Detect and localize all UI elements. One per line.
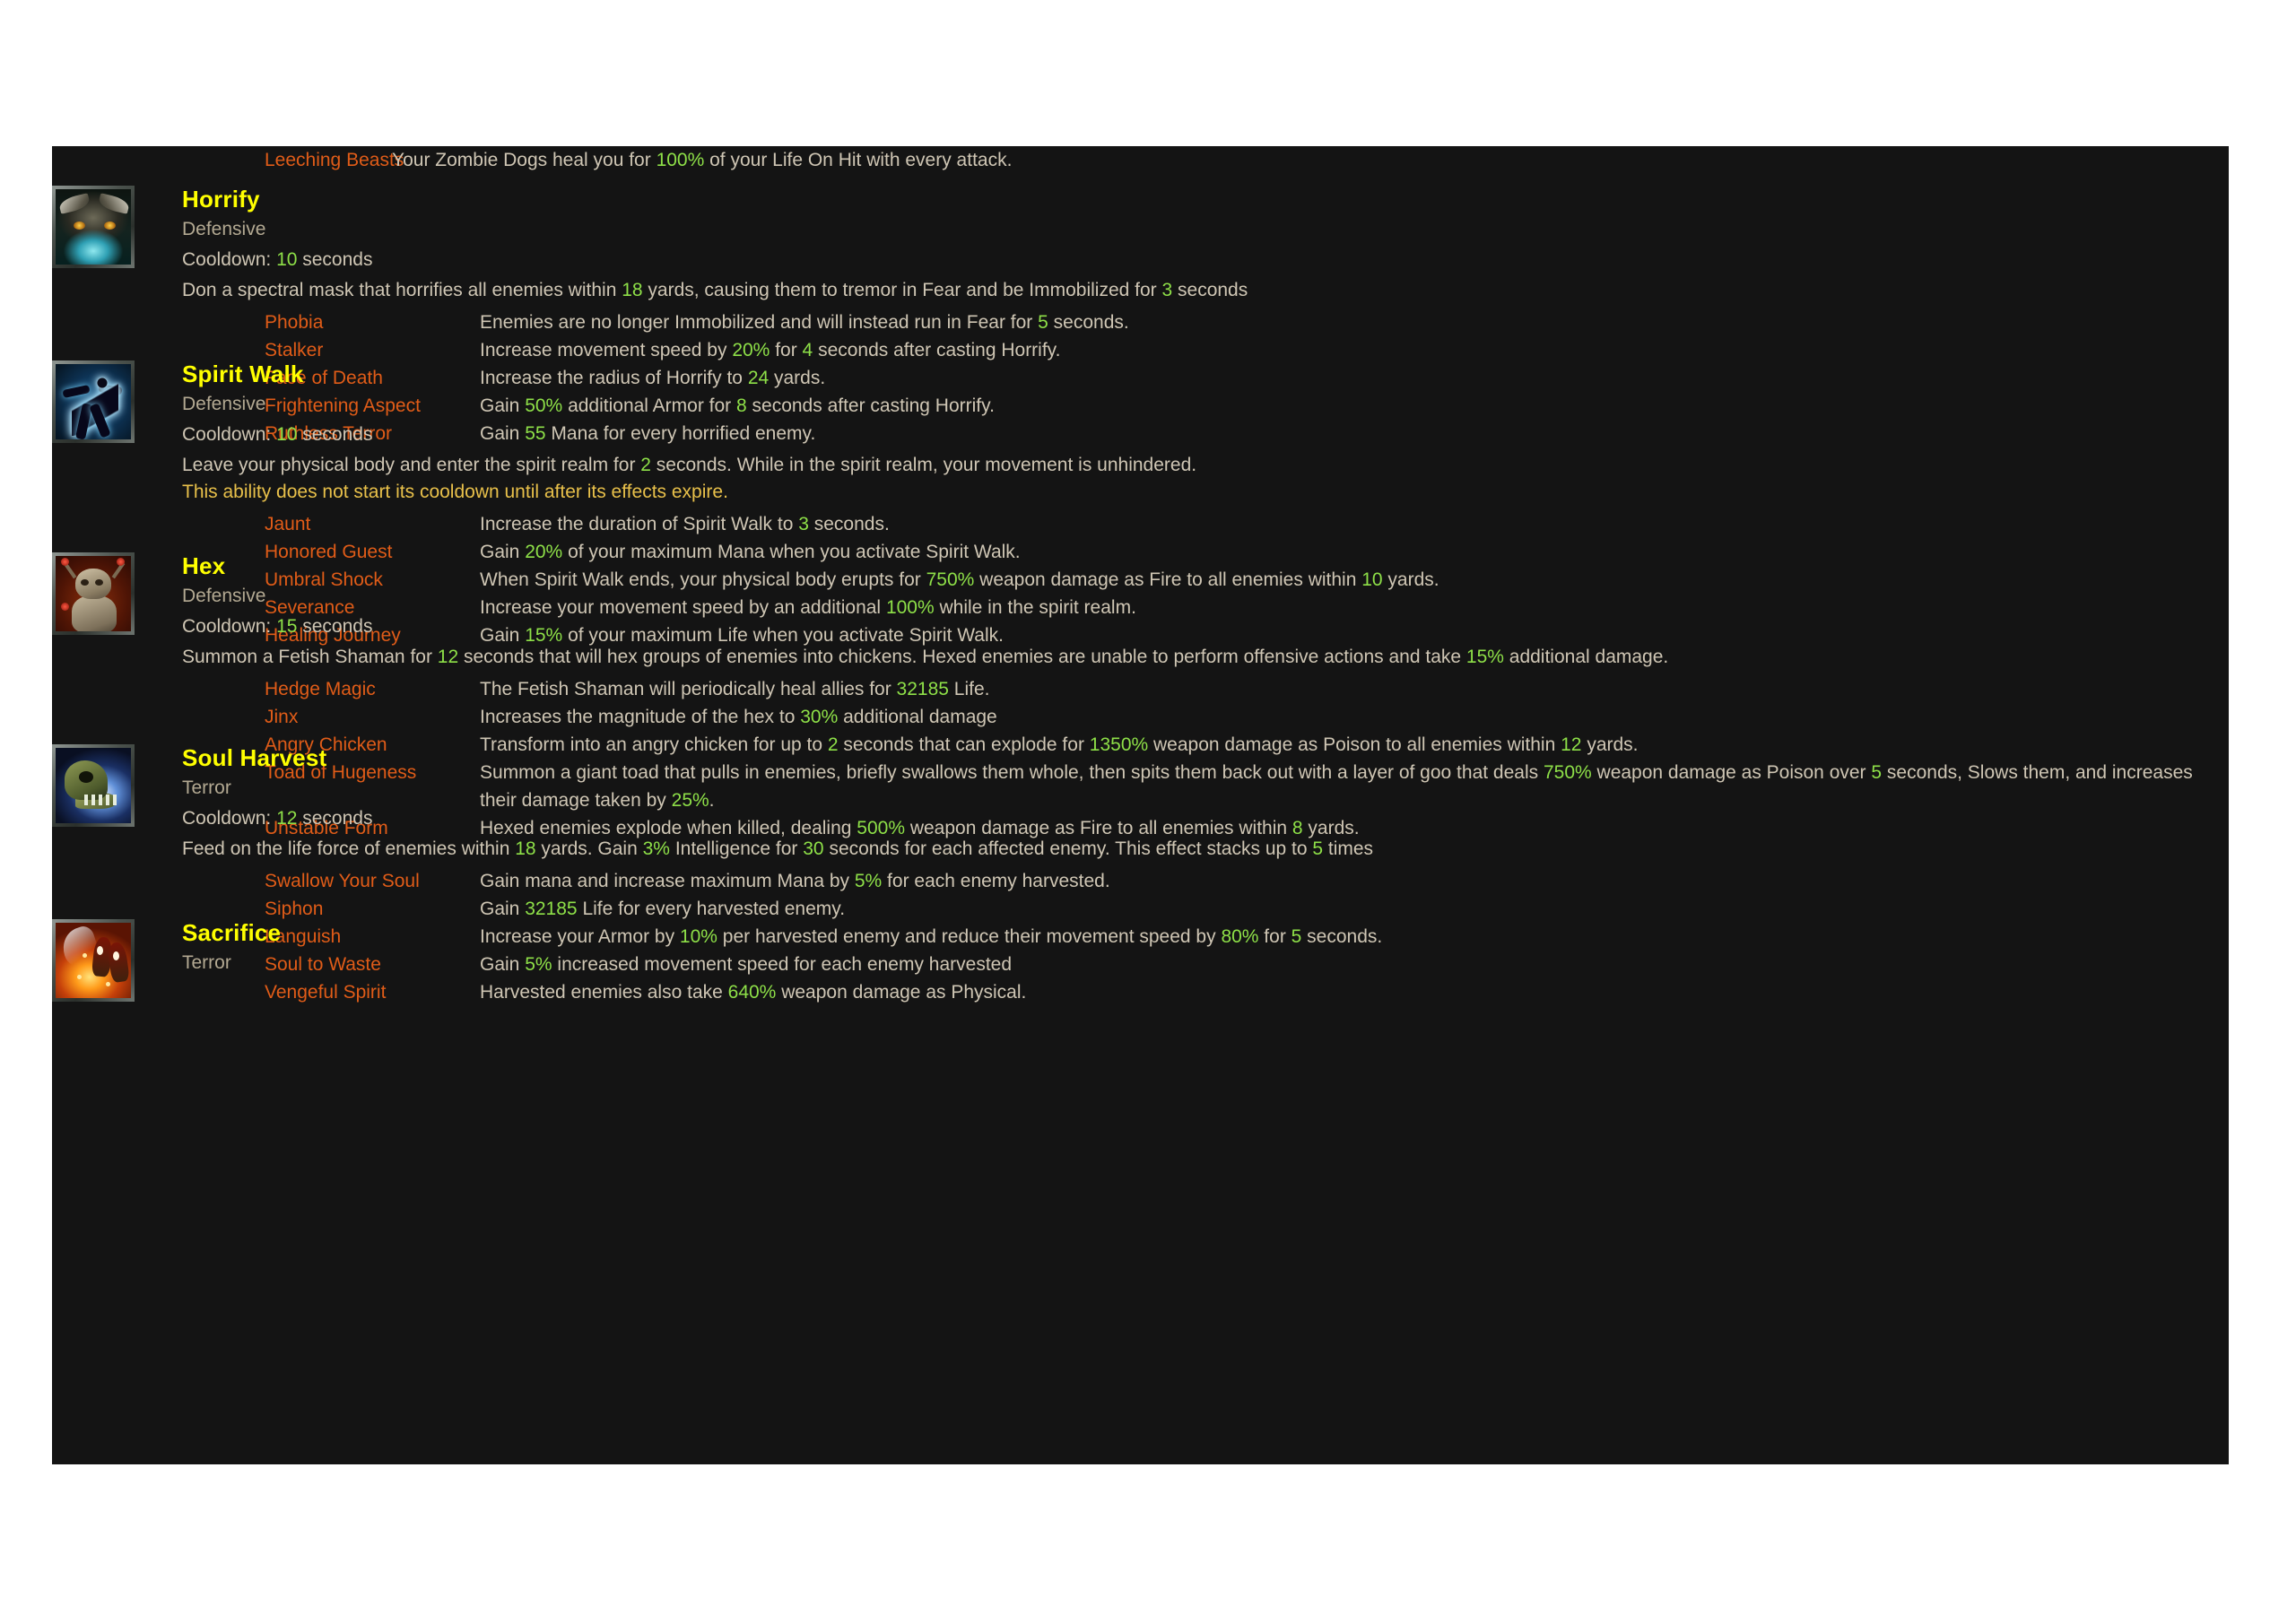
rune-name[interactable]: Jaunt <box>265 510 480 538</box>
rune-row: Leeching Beasts Your Zombie Dogs heal yo… <box>52 146 2229 175</box>
rune-description: Harvested enemies also take 640% weapon … <box>480 982 1027 1003</box>
horrify-icon[interactable] <box>52 186 135 268</box>
rune-description: The Fetish Shaman will periodically heal… <box>480 679 990 699</box>
skill-category: Terror <box>182 777 231 798</box>
rune-description: Increases the magnitude of the hex to 30… <box>480 707 997 727</box>
skill-name: Soul Harvest <box>182 744 327 771</box>
rune-name[interactable]: Jinx <box>265 703 480 731</box>
rune-name[interactable]: Vengeful Spirit <box>265 978 480 1006</box>
skill-cooldown: Cooldown: 10 seconds <box>182 424 373 445</box>
rune-row[interactable]: Swallow Your Soul Gain mana and increase … <box>265 867 2229 895</box>
soul-harvest-icon[interactable] <box>52 744 135 827</box>
skill-name: Horrify <box>182 186 260 213</box>
skill-name: Spirit Walk <box>182 360 304 387</box>
rune-name[interactable]: Phobia <box>265 308 480 336</box>
sacrifice-icon[interactable] <box>52 919 135 1002</box>
skill-cooldown: Cooldown: 15 seconds <box>182 616 373 637</box>
skill-category: Defensive <box>182 586 266 606</box>
skill-cooldown: Cooldown: 10 seconds <box>182 249 373 270</box>
skill-cooldown: Cooldown: 12 seconds <box>182 808 373 829</box>
skill-description: Feed on the life force of enemies within… <box>182 838 1374 859</box>
rune-name[interactable]: Hedge Magic <box>265 675 480 703</box>
rune-description: Your Zombie Dogs heal you for 100% of yo… <box>392 150 1013 170</box>
skill-body: Sacrifice Terror <box>182 919 2229 977</box>
rune-row[interactable]: Jaunt Increase the duration of Spirit Wal… <box>265 510 2229 538</box>
skill-category: Defensive <box>182 219 266 239</box>
rune-description: Increase the duration of Spirit Walk to … <box>480 514 890 534</box>
rune-row[interactable]: Jinx Increases the magnitude of the hex t… <box>265 703 2229 731</box>
skill-description: Summon a Fetish Shaman for 12 seconds th… <box>182 647 1669 667</box>
spirit-walk-icon[interactable] <box>52 360 135 443</box>
rune-row[interactable]: Vengeful Spirit Harvested enemies also ta… <box>265 978 2229 1006</box>
skill-description: Leave your physical body and enter the s… <box>182 455 1197 475</box>
skill-description: Don a spectral mask that horrifies all e… <box>182 280 1248 300</box>
skill-list-panel: Leeching Beasts Your Zombie Dogs heal yo… <box>52 146 2229 1464</box>
skill-note: This ability does not start its cooldown… <box>182 482 728 502</box>
rune-description: Gain mana and increase maximum Mana by 5… <box>480 871 1110 891</box>
skill-category: Terror <box>182 952 231 973</box>
rune-row[interactable]: Hedge Magic The Fetish Shaman will period… <box>265 675 2229 703</box>
skill-name: Hex <box>182 552 226 579</box>
rune-description: Enemies are no longer Immobilized and wi… <box>480 312 1129 333</box>
rune-name[interactable]: Swallow Your Soul <box>265 867 480 895</box>
rune-row[interactable]: Phobia Enemies are no longer Immobilized … <box>265 308 2229 336</box>
skill-name: Sacrifice <box>182 919 282 946</box>
skill-category: Defensive <box>182 394 266 414</box>
hex-icon[interactable] <box>52 552 135 635</box>
